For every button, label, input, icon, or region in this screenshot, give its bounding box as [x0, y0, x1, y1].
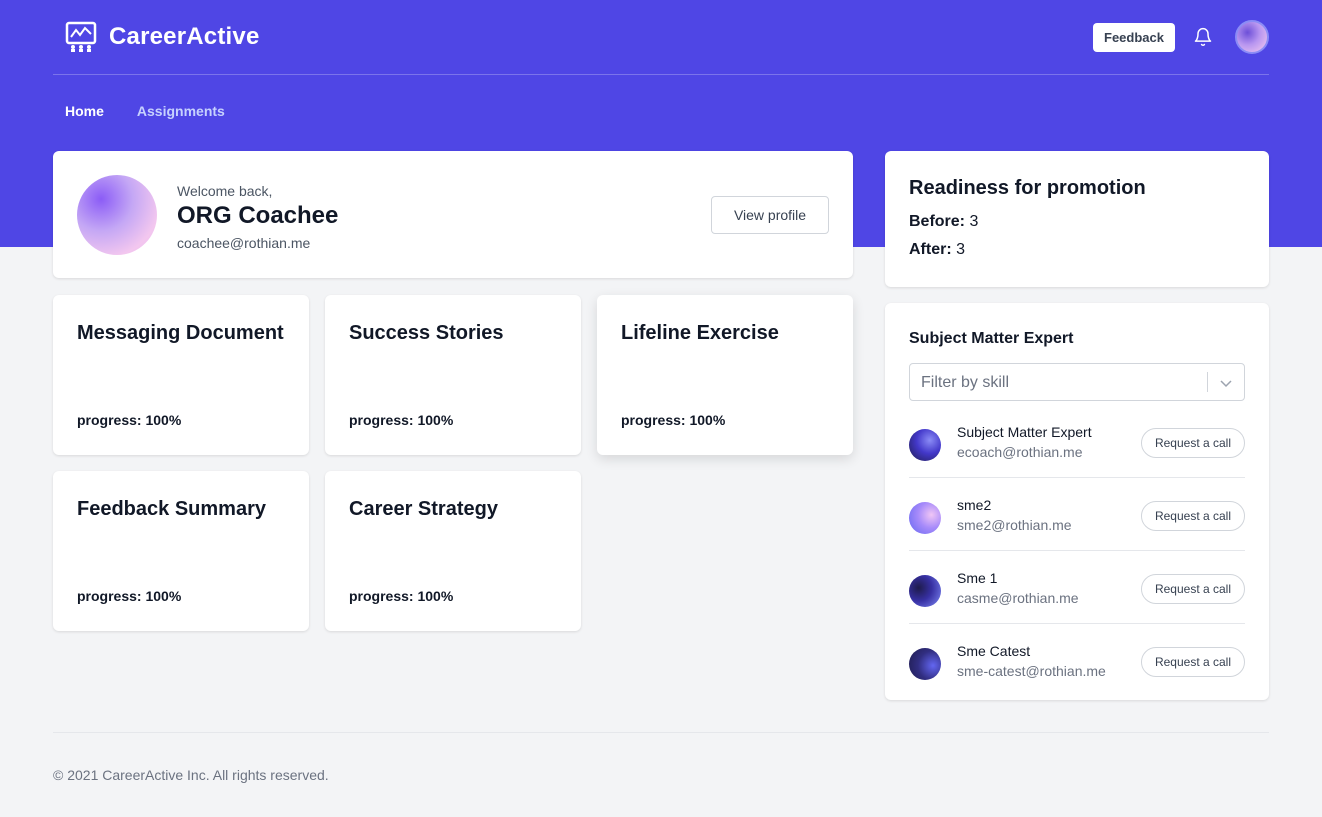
main-nav: Home Assignments — [65, 103, 258, 119]
sme-email: ecoach@rothian.me — [957, 444, 1083, 460]
sme-avatar — [909, 502, 941, 534]
sme-avatar — [909, 575, 941, 607]
task-title: Feedback Summary — [77, 498, 266, 520]
sme-avatar — [909, 648, 941, 680]
task-card-success-stories[interactable]: Success Stories progress: 100% — [325, 295, 581, 455]
readiness-before: Before: 3 — [909, 213, 978, 231]
brand[interactable]: CareerActive — [65, 21, 260, 53]
request-call-button[interactable]: Request a call — [1141, 647, 1245, 677]
footer-divider — [53, 732, 1269, 733]
task-card-messaging-document[interactable]: Messaging Document progress: 100% — [53, 295, 309, 455]
task-title: Success Stories — [349, 322, 504, 344]
sme-list-item: Sme 1 casme@rothian.me Request a call — [909, 551, 1245, 624]
readiness-after: After: 3 — [909, 241, 965, 259]
request-call-button[interactable]: Request a call — [1141, 574, 1245, 604]
filter-divider — [1207, 372, 1208, 392]
request-call-button[interactable]: Request a call — [1141, 428, 1245, 458]
sme-email: casme@rothian.me — [957, 590, 1079, 606]
chevron-down-icon[interactable] — [1218, 375, 1234, 391]
nav-home[interactable]: Home — [65, 103, 104, 119]
readiness-title: Readiness for promotion — [909, 177, 1146, 199]
before-value: 3 — [969, 213, 979, 230]
footer-copyright: © 2021 CareerActive Inc. All rights rese… — [53, 767, 329, 783]
request-call-button[interactable]: Request a call — [1141, 501, 1245, 531]
sme-email: sme-catest@rothian.me — [957, 663, 1106, 679]
welcome-greeting: Welcome back, — [177, 183, 273, 199]
top-bar: CareerActive Feedback — [53, 0, 1269, 75]
sme-email: sme2@rothian.me — [957, 517, 1072, 533]
readiness-card: Readiness for promotion Before: 3 After:… — [885, 151, 1269, 287]
user-email: coachee@rothian.me — [177, 235, 311, 251]
nav-assignments[interactable]: Assignments — [137, 103, 225, 119]
task-progress: progress: 100% — [349, 588, 454, 604]
task-title: Career Strategy — [349, 498, 498, 520]
sme-name: sme2 — [957, 497, 992, 513]
sme-list-item: sme2 sme2@rothian.me Request a call — [909, 478, 1245, 551]
sme-avatar — [909, 429, 941, 461]
user-avatar[interactable] — [1235, 20, 1269, 54]
task-title: Lifeline Exercise — [621, 322, 779, 344]
sme-name: Sme Catest — [957, 643, 1031, 659]
sme-list-item: Sme Catest sme-catest@rothian.me Request… — [909, 624, 1245, 697]
brand-name: CareerActive — [109, 23, 260, 50]
task-progress: progress: 100% — [77, 588, 182, 604]
after-label: After: — [909, 241, 952, 258]
task-card-career-strategy[interactable]: Career Strategy progress: 100% — [325, 471, 581, 631]
sme-name: Subject Matter Expert — [957, 424, 1092, 440]
task-progress: progress: 100% — [621, 412, 726, 428]
sme-title: Subject Matter Expert — [909, 330, 1074, 347]
user-name: ORG Coachee — [177, 202, 339, 229]
view-profile-button[interactable]: View profile — [711, 196, 829, 234]
skill-filter-select[interactable]: Filter by skill — [909, 363, 1245, 401]
welcome-card: Welcome back, ORG Coachee coachee@rothia… — [53, 151, 853, 278]
profile-avatar — [77, 175, 157, 255]
task-progress: progress: 100% — [77, 412, 182, 428]
filter-placeholder: Filter by skill — [921, 374, 1010, 391]
task-card-feedback-summary[interactable]: Feedback Summary progress: 100% — [53, 471, 309, 631]
bell-icon[interactable] — [1191, 25, 1215, 49]
sme-card: Subject Matter Expert Filter by skill Su… — [885, 303, 1269, 700]
task-title: Messaging Document — [77, 322, 284, 344]
task-progress: progress: 100% — [349, 412, 454, 428]
career-chart-logo-icon — [65, 21, 97, 52]
feedback-button[interactable]: Feedback — [1093, 22, 1175, 52]
task-card-lifeline-exercise[interactable]: Lifeline Exercise progress: 100% — [597, 295, 853, 455]
before-label: Before: — [909, 213, 966, 230]
sme-list-item: Subject Matter Expert ecoach@rothian.me … — [909, 405, 1245, 478]
sme-name: Sme 1 — [957, 570, 998, 586]
after-value: 3 — [956, 241, 966, 258]
